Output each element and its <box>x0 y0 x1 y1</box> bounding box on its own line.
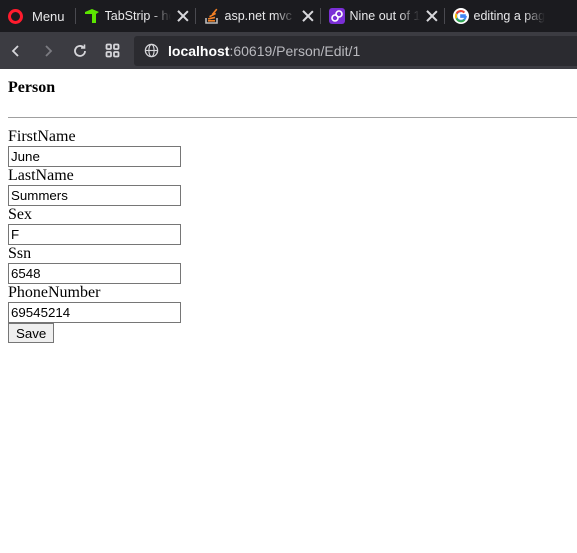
url-host: localhost <box>168 42 230 59</box>
sex-label: Sex <box>8 206 32 223</box>
link-icon <box>328 8 345 24</box>
close-icon[interactable] <box>302 10 314 22</box>
tab-tabstrip[interactable]: TabStrip - ho <box>76 0 195 32</box>
opera-logo-icon <box>8 8 23 24</box>
lastname-label: LastName <box>8 167 74 184</box>
reload-icon <box>74 44 86 57</box>
divider <box>8 117 577 118</box>
google-icon <box>452 8 469 24</box>
chevron-right-icon <box>45 44 53 57</box>
person-edit-form: FirstName LastName Sex Ssn PhoneNumber S… <box>8 128 569 343</box>
page-content: Person FirstName LastName Sex Ssn PhoneN… <box>0 69 577 343</box>
phonenumber-label: PhoneNumber <box>8 284 101 301</box>
chevron-left-icon <box>11 44 19 57</box>
address-toolbar: localhost:60619/Person/Edit/1 <box>0 32 577 69</box>
url-input[interactable]: localhost:60619/Person/Edit/1 <box>134 35 577 66</box>
browser-tab-bar: Menu TabStrip - ho asp.net mvc - Nine ou… <box>0 0 577 32</box>
save-button[interactable]: Save <box>8 323 55 343</box>
reload-button[interactable] <box>64 32 96 69</box>
stackoverflow-icon <box>204 8 218 24</box>
phonenumber-input[interactable] <box>8 302 181 323</box>
lastname-input[interactable] <box>8 185 181 206</box>
tab-title: asp.net mvc - <box>224 9 296 23</box>
tab-nine-out-of[interactable]: Nine out of 1 <box>321 0 444 32</box>
page-title: Person <box>8 79 56 96</box>
globe-icon <box>144 43 159 58</box>
sex-input[interactable] <box>8 224 181 245</box>
url-path: :60619/Person/Edit/1 <box>229 42 361 59</box>
tab-editing-a-page[interactable]: editing a pag <box>445 0 565 32</box>
telerik-icon <box>84 9 99 23</box>
firstname-label: FirstName <box>8 128 76 145</box>
tab-title: Nine out of 1 <box>349 9 420 23</box>
tab-title: TabStrip - ho <box>104 9 171 23</box>
ssn-label: Ssn <box>8 245 32 262</box>
back-button[interactable] <box>0 32 32 69</box>
ssn-input[interactable] <box>8 263 181 284</box>
menu-label: Menu <box>32 8 65 24</box>
firstname-input[interactable] <box>8 146 181 167</box>
grid-icon <box>105 43 119 58</box>
speed-dial-button[interactable] <box>96 32 128 69</box>
forward-button[interactable] <box>32 32 64 69</box>
tab-title: editing a pag <box>473 9 546 23</box>
opera-menu-button[interactable]: Menu <box>0 0 75 32</box>
close-icon[interactable] <box>177 10 189 22</box>
tab-aspnet[interactable]: asp.net mvc - <box>196 0 320 32</box>
close-icon[interactable] <box>426 10 438 22</box>
